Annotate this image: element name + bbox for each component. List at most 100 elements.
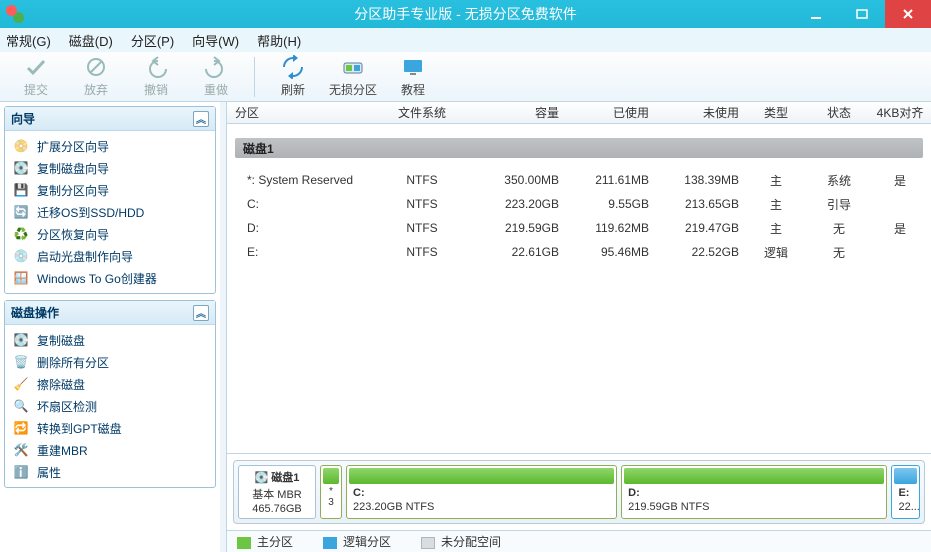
op-copy-disk[interactable]: 💽复制磁盘 xyxy=(5,329,215,351)
op-delete-all[interactable]: 🗑️删除所有分区 xyxy=(5,351,215,373)
disk-copy-icon: 💽 xyxy=(13,160,29,176)
col-partition[interactable]: 分区 xyxy=(227,104,377,121)
col-used[interactable]: 已使用 xyxy=(563,104,653,121)
refresh-icon xyxy=(281,55,305,79)
tb-lossless-label: 无损分区 xyxy=(329,81,377,98)
legend: 主分区 逻辑分区 未分配空间 xyxy=(227,530,931,552)
menu-partition[interactable]: 分区(P) xyxy=(131,31,174,50)
op-convert-gpt[interactable]: 🔁转换到GPT磁盘 xyxy=(5,417,215,439)
tutorial-icon xyxy=(401,55,425,79)
tb-undo[interactable]: 撤销 xyxy=(126,53,186,101)
panel-diskops-title: 磁盘操作 xyxy=(11,304,59,321)
cell-free: 138.39MB xyxy=(653,173,743,187)
swatch-logical-icon xyxy=(323,537,337,549)
disk-map-part-c[interactable]: C: 223.20GB NTFS xyxy=(346,465,617,519)
menu-general[interactable]: 常规(G) xyxy=(6,31,51,50)
op-wipe-disk[interactable]: 🧹擦除磁盘 xyxy=(5,373,215,395)
op-properties[interactable]: ℹ️属性 xyxy=(5,461,215,483)
col-status[interactable]: 状态 xyxy=(809,104,869,121)
op-label: 删除所有分区 xyxy=(37,354,109,371)
disk-map-part-reserved[interactable]: * 3 xyxy=(320,465,342,519)
window-buttons xyxy=(793,0,931,28)
copy-icon: 💽 xyxy=(13,332,29,348)
wiz-label: 扩展分区向导 xyxy=(37,138,109,155)
tb-discard[interactable]: 放弃 xyxy=(66,53,126,101)
table-row[interactable]: E: NTFS 22.61GB 95.46MB 22.52GB 逻辑 无 xyxy=(227,240,931,264)
cell-used: 95.46MB xyxy=(563,245,653,259)
table-row[interactable]: *: System Reserved NTFS 350.00MB 211.61M… xyxy=(227,168,931,192)
tb-redo[interactable]: 重做 xyxy=(186,53,246,101)
collapse-icon[interactable]: ︽ xyxy=(193,305,209,321)
cell-free: 213.65GB xyxy=(653,197,743,211)
op-label: 属性 xyxy=(37,464,61,481)
col-fs[interactable]: 文件系统 xyxy=(377,104,467,121)
tb-undo-label: 撤销 xyxy=(144,81,168,98)
menu-help[interactable]: 帮助(H) xyxy=(257,31,301,50)
tb-commit[interactable]: 提交 xyxy=(6,53,66,101)
tb-refresh[interactable]: 刷新 xyxy=(263,53,323,101)
cell-status: 无 xyxy=(809,244,869,261)
tb-discard-label: 放弃 xyxy=(84,81,108,98)
col-free[interactable]: 未使用 xyxy=(653,104,743,121)
partition-icon xyxy=(341,55,365,79)
disk-map-part-d[interactable]: D: 219.59GB NTFS xyxy=(621,465,887,519)
col-capacity[interactable]: 容量 xyxy=(467,104,563,121)
wiz-label: 分区恢复向导 xyxy=(37,226,109,243)
table-row[interactable]: C: NTFS 223.20GB 9.55GB 213.65GB 主 引导 xyxy=(227,192,931,216)
cell-part: E: xyxy=(227,245,377,259)
legend-logical: 逻辑分区 xyxy=(323,533,391,550)
op-rebuild-mbr[interactable]: 🛠️重建MBR xyxy=(5,439,215,461)
wiz-migrate-os[interactable]: 🔄迁移OS到SSD/HDD xyxy=(5,201,215,223)
undo-icon xyxy=(144,55,168,79)
tb-tutorial[interactable]: 教程 xyxy=(383,53,443,101)
cell-type: 主 xyxy=(743,220,809,237)
col-type[interactable]: 类型 xyxy=(743,104,809,121)
wiz-wintogo[interactable]: 🪟Windows To Go创建器 xyxy=(5,267,215,289)
disk-group-header[interactable]: 磁盘1 xyxy=(235,138,923,158)
disk-map-part-sub: 22.... xyxy=(892,500,919,514)
wiz-copy-part[interactable]: 💾复制分区向导 xyxy=(5,179,215,201)
minimize-button[interactable] xyxy=(793,0,839,28)
cell-fs: NTFS xyxy=(377,173,467,187)
panel-wizard: 向导 ︽ 📀扩展分区向导 💽 复制磁盘向导 💾复制分区向导 🔄迁移OS到SSD/H… xyxy=(4,106,216,294)
convert-icon: 🔁 xyxy=(13,420,29,436)
wiz-recover[interactable]: ♻️ 分区恢复向导 xyxy=(5,223,215,245)
panel-diskops-head[interactable]: 磁盘操作 ︽ xyxy=(5,301,215,325)
wiz-extend[interactable]: 📀扩展分区向导 xyxy=(5,135,215,157)
tb-lossless[interactable]: 无损分区 xyxy=(323,53,383,101)
close-button[interactable] xyxy=(885,0,931,28)
panel-wizard-head[interactable]: 向导 ︽ xyxy=(5,107,215,131)
op-bad-sector[interactable]: 🔍坏扇区检测 xyxy=(5,395,215,417)
wiz-bootcd[interactable]: 💿启动光盘制作向导 xyxy=(5,245,215,267)
disk-map-disk[interactable]: 💽磁盘1 基本 MBR 465.76GB xyxy=(238,465,316,519)
wiz-copy-disk[interactable]: 💽 复制磁盘向导 xyxy=(5,157,215,179)
disk-map-part-e[interactable]: E: 22.... xyxy=(891,465,920,519)
cell-free: 22.52GB xyxy=(653,245,743,259)
migrate-icon: 🔄 xyxy=(13,204,29,220)
tb-refresh-label: 刷新 xyxy=(281,81,305,98)
right-pane: 分区 文件系统 容量 已使用 未使用 类型 状态 4KB对齐 磁盘1 *: Sy… xyxy=(226,102,931,552)
cell-align: 是 xyxy=(869,172,931,189)
app-icon xyxy=(6,5,24,23)
disk-map-part-label: * xyxy=(321,486,341,497)
cell-part: C: xyxy=(227,197,377,211)
wizard-list: 📀扩展分区向导 💽 复制磁盘向导 💾复制分区向导 🔄迁移OS到SSD/HDD ♻️… xyxy=(5,131,215,293)
disk-map-name: 磁盘1 xyxy=(271,469,299,485)
menu-disk[interactable]: 磁盘(D) xyxy=(69,31,113,50)
legend-label: 未分配空间 xyxy=(441,535,501,549)
col-align[interactable]: 4KB对齐 xyxy=(869,104,931,121)
cell-status: 引导 xyxy=(809,196,869,213)
cell-type: 主 xyxy=(743,172,809,189)
recover-icon: ♻️ xyxy=(13,226,29,242)
maximize-button[interactable] xyxy=(839,0,885,28)
cell-type: 主 xyxy=(743,196,809,213)
cell-free: 219.47GB xyxy=(653,221,743,235)
table-row[interactable]: D: NTFS 219.59GB 119.62MB 219.47GB 主 无 是 xyxy=(227,216,931,240)
collapse-icon[interactable]: ︽ xyxy=(193,111,209,127)
op-label: 坏扇区检测 xyxy=(37,398,97,415)
menu-wizard[interactable]: 向导(W) xyxy=(192,31,239,50)
disk-map-area: 💽磁盘1 基本 MBR 465.76GB * 3 C: 223.20GB NTF… xyxy=(227,453,931,530)
wiz-label: 复制磁盘向导 xyxy=(37,160,109,177)
legend-label: 逻辑分区 xyxy=(343,535,391,549)
mbr-icon: 🛠️ xyxy=(13,442,29,458)
